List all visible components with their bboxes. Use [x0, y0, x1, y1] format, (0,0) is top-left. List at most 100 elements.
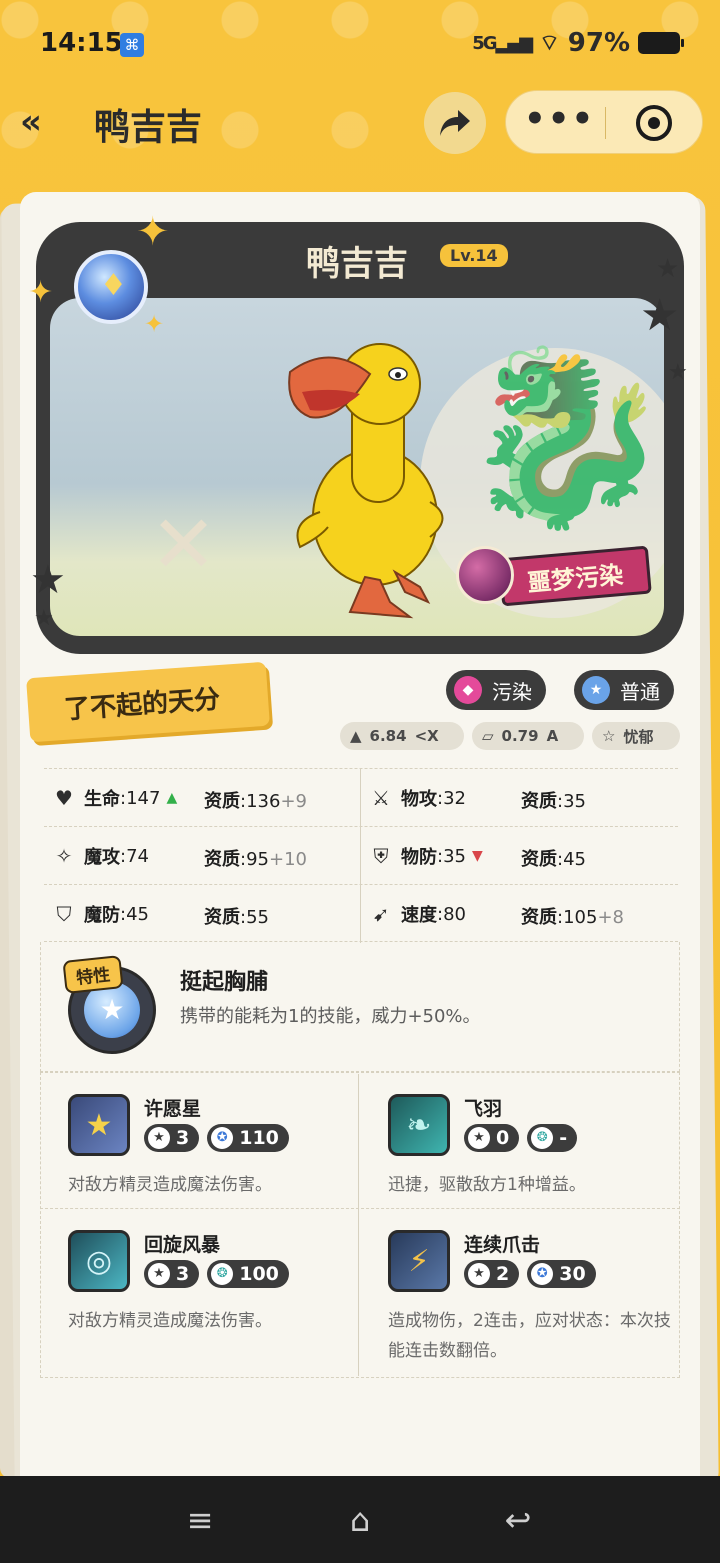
skill-card[interactable]: ★ 许愿星 ★ 3 ✪ 110 对敌方精灵造成魔法伤害。	[68, 1094, 368, 1224]
claw-icon: ⚡	[388, 1230, 450, 1292]
shield-icon: ⛨	[373, 844, 389, 868]
status-bar: 14:15 ⌘ 5G▂▄▆ ⌔ 97%	[0, 0, 720, 90]
skill-badges: ★ 2 ✪ 30	[464, 1260, 596, 1288]
share-button[interactable]	[424, 92, 486, 154]
magic-power-icon: ✪	[211, 1127, 234, 1149]
heart-icon: ♥	[55, 786, 73, 810]
skill-card[interactable]: ❧ 飞羽 ★ 0 ❂ - 迅捷，驱散敌方1种增益。	[388, 1094, 688, 1224]
miniapp-capsule: •••	[505, 90, 703, 154]
skill-name: 飞羽	[464, 1098, 503, 1120]
stat-magic-defense: ⛉ 魔防:45 资质:55	[44, 885, 361, 943]
status-time: 14:15	[40, 28, 123, 58]
star-decoration-icon: ★	[668, 360, 688, 385]
home-icon[interactable]: ⌂	[340, 1500, 380, 1540]
menu-icon[interactable]: ≡	[180, 1500, 220, 1540]
nightmare-label: 噩梦污染	[498, 545, 652, 607]
sparkle-icon: ✦	[136, 209, 170, 255]
back-double-chevron-icon[interactable]: «	[20, 102, 68, 142]
skill-badges: ★ 3 ✪ 110	[144, 1124, 289, 1152]
normal-star-icon: ★	[582, 676, 610, 704]
status-badge[interactable]: 噩梦污染	[456, 545, 654, 608]
level-badge: Lv.14	[440, 244, 508, 267]
energy-star-icon: ★	[148, 1263, 170, 1285]
aptitude: 资质:95+10	[204, 849, 307, 870]
tag-label: 普通	[620, 679, 660, 704]
stat-row: ✧ 魔攻:74 资质:95+10 ⛨ 物防:35 ▼ 资质:45	[44, 826, 678, 885]
star-decoration-icon: ★	[34, 606, 54, 631]
magic-shield-icon: ⛉	[56, 902, 72, 926]
system-nav-bar: ≡ ⌂ ↩	[0, 1476, 720, 1563]
trait-tag: 特性	[62, 955, 124, 994]
skill-name: 连续爪击	[464, 1234, 541, 1256]
status-power-icon: ❂	[531, 1127, 554, 1149]
power-badge: ❂ 100	[207, 1260, 289, 1288]
tag-pollution[interactable]: ◆ 污染	[446, 670, 546, 710]
signal-icon: 5G▂▄▆	[472, 32, 533, 54]
height-pill: ▱ 0.79 A	[472, 722, 584, 750]
skill-description: 对敌方精灵造成魔法伤害。	[68, 1175, 272, 1195]
page-title: 鸭吉吉	[94, 107, 203, 148]
dragon-silhouette-icon: 🐉	[460, 339, 664, 537]
skill-badges: ★ 3 ❂ 100	[144, 1260, 289, 1288]
ruler-icon: ▱	[482, 727, 494, 745]
wish-star-icon: ★	[68, 1094, 130, 1156]
stat-hp: ♥ 生命:147 ▲ 资质:136+9	[44, 769, 361, 827]
status-indicators: 5G▂▄▆ ⌔ 97%	[472, 28, 684, 58]
feather-icon: ❧	[388, 1094, 450, 1156]
energy-star-icon: ★	[468, 1127, 490, 1149]
battery-icon	[638, 32, 684, 54]
pet-name: 鸭吉吉	[306, 244, 408, 284]
stat-row: ⛉ 魔防:45 资质:55 ➹ 速度:80 资质:105+8	[44, 884, 678, 943]
power-badge: ✪ 110	[207, 1124, 289, 1152]
power-badge: ✪ 30	[527, 1260, 596, 1288]
tag-label: 污染	[492, 679, 532, 704]
element-orb-icon[interactable]	[74, 250, 148, 324]
whirlwind-icon: ◎	[68, 1230, 130, 1292]
energy-cost-badge: ★ 3	[144, 1260, 200, 1288]
stat-speed: ➹ 速度:80 资质:105+8	[361, 885, 678, 943]
star-decoration-icon: ★	[656, 254, 680, 284]
energy-cost-badge: ★ 0	[464, 1124, 520, 1152]
star-decoration-icon: ★	[30, 557, 66, 603]
back-icon[interactable]: ↩	[498, 1500, 538, 1540]
trait-name: 挺起胸脯	[180, 970, 269, 995]
more-dots-icon[interactable]: •••	[524, 91, 594, 155]
header: « 鸭吉吉 •••	[0, 88, 720, 158]
windmill-icon: ✕	[150, 498, 218, 591]
tag-normal[interactable]: ★ 普通	[574, 670, 674, 710]
talent-banner: 了不起的天分	[12, 661, 270, 750]
aptitude: 资质:136+9	[204, 791, 307, 812]
share-icon	[440, 110, 470, 136]
personality-pill: ☆ 忧郁	[592, 722, 680, 750]
skill-description: 对敌方精灵造成魔法伤害。	[68, 1311, 272, 1331]
power-badge: ❂ -	[527, 1124, 578, 1152]
aptitude: 资质:45	[521, 849, 586, 870]
duck-illustration	[288, 343, 444, 619]
sparkle-icon: ✦	[28, 275, 54, 310]
capsule-divider	[605, 107, 606, 139]
battery-percent: 97%	[567, 28, 630, 58]
energy-cost-badge: ★ 3	[144, 1124, 200, 1152]
stat-physical-attack: ⚔ 物攻:32 资质:35	[361, 769, 678, 827]
stat-row: ♥ 生命:147 ▲ 资质:136+9 ⚔ 物攻:32 资质:35	[44, 768, 678, 827]
skill-card[interactable]: ⚡ 连续爪击 ★ 2 ✪ 30 造成物伤，2连击，应对状态：本次技能连击数翻倍。	[388, 1230, 688, 1361]
weight-pill: ▲ 6.84 <X	[340, 722, 464, 750]
app-notification-icon: ⌘	[120, 33, 144, 57]
energy-cost-badge: ★ 2	[464, 1260, 520, 1288]
skill-name: 回旋风暴	[144, 1234, 221, 1256]
skill-description: 迅捷，驱散敌方1种增益。	[388, 1175, 586, 1195]
boot-icon: ➹	[372, 902, 390, 926]
trend-down-icon: ▼	[471, 848, 483, 864]
skill-description: 造成物伤，2连击，应对状态：本次技能连击数翻倍。	[388, 1311, 671, 1361]
status-power-icon: ❂	[211, 1263, 234, 1285]
star-decoration-icon: ★	[640, 290, 680, 341]
stat-physical-defense: ⛨ 物防:35 ▼ 资质:45	[361, 827, 678, 885]
stats-table: ♥ 生命:147 ▲ 资质:136+9 ⚔ 物攻:32 资质:35 ✧ 魔攻:7…	[44, 768, 678, 943]
sword-icon: ⚔	[372, 786, 390, 810]
energy-star-icon: ★	[148, 1127, 170, 1149]
pollution-icon: ◆	[454, 676, 482, 704]
skill-card[interactable]: ◎ 回旋风暴 ★ 3 ❂ 100 对敌方精灵造成魔法伤害。	[68, 1230, 368, 1360]
personality-star-icon: ☆	[602, 727, 616, 745]
wifi-icon: ⌔	[539, 31, 560, 56]
target-icon[interactable]	[636, 105, 672, 141]
